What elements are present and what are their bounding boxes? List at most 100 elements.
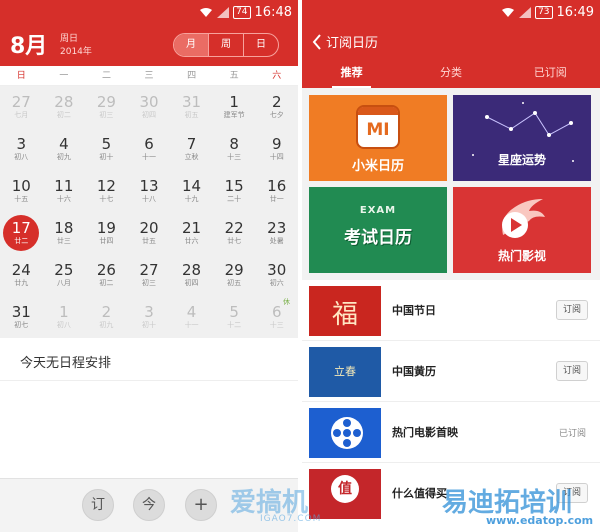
day-cell[interactable]: 25 八月 <box>43 254 86 296</box>
lunar-date: 十八 <box>141 195 156 203</box>
day-cell[interactable]: 14 十九 <box>170 170 213 212</box>
lunar-date: 廿二 <box>14 237 29 245</box>
banner-exam-calendar[interactable]: EXAM 考试日历 <box>309 187 447 273</box>
today-button[interactable]: 今 <box>133 489 165 521</box>
banner-hot-movies[interactable]: 热门影视 <box>453 187 591 273</box>
day-cell[interactable]: 4 初九 <box>43 128 86 170</box>
day-cell[interactable]: 3 初十 <box>128 296 171 338</box>
day-cell[interactable]: 19 廿四 <box>85 212 128 254</box>
lunar-date: 廿四 <box>99 237 114 245</box>
banner-label: 星座运势 <box>497 153 546 167</box>
day-number: 4 <box>59 135 69 153</box>
signal-icon <box>519 6 532 18</box>
list-item[interactable]: 热门电影首映 已订阅 <box>302 402 600 463</box>
day-cell[interactable]: 24 廿九 <box>0 254 43 296</box>
day-cell[interactable]: 28 初二 <box>43 86 86 128</box>
day-cell[interactable]: 12 十七 <box>85 170 128 212</box>
view-month-button[interactable]: 月 <box>174 34 208 56</box>
day-cell[interactable]: 15 二十 <box>213 170 256 212</box>
day-cell[interactable]: 6 十三 休 <box>255 296 298 338</box>
day-cell[interactable]: 31 初五 <box>170 86 213 128</box>
day-cell[interactable]: 2 初九 <box>85 296 128 338</box>
banner-horoscope[interactable]: 星座运势 <box>453 95 591 181</box>
day-cell[interactable]: 23 处暑 <box>255 212 298 254</box>
subscribe-header: 订阅日历 <box>302 24 600 60</box>
banner-xiaomi-calendar[interactable]: MI 小米日历 <box>309 95 447 181</box>
view-week-button[interactable]: 周 <box>208 34 243 56</box>
back-arrow-icon[interactable] <box>312 33 322 51</box>
lunar-date: 初七 <box>14 321 29 329</box>
list-item[interactable]: 立春 中国黄历 订阅 <box>302 341 600 402</box>
day-cell[interactable]: 4 十一 <box>170 296 213 338</box>
day-cell[interactable]: 18 廿三 <box>43 212 86 254</box>
day-cell[interactable]: 27 初三 <box>128 254 171 296</box>
day-number: 15 <box>224 177 244 195</box>
add-event-button[interactable]: + <box>185 489 217 521</box>
tab-categories[interactable]: 分类 <box>401 60 500 88</box>
day-number: 29 <box>96 93 116 111</box>
day-cell[interactable]: 22 廿七 <box>213 212 256 254</box>
month-title[interactable]: 8月 <box>10 28 47 60</box>
holiday-badge: 休 <box>283 298 290 306</box>
calendar-screen: 74 16:48 8月 周日 2014年 月 周 日 日 一 二 三 四 五 六… <box>0 0 298 532</box>
subscribe-button[interactable]: 订阅 <box>556 483 588 503</box>
status-icons: 74 16:48 <box>199 4 292 20</box>
lunar-date: 十九 <box>184 195 199 203</box>
day-number: 13 <box>139 177 159 195</box>
day-cell[interactable]: 3 初八 <box>0 128 43 170</box>
day-cell[interactable]: 29 初三 <box>85 86 128 128</box>
day-cell[interactable]: 2 七夕 <box>255 86 298 128</box>
day-cell[interactable]: 6 十一 <box>128 128 171 170</box>
day-cell[interactable]: 1 建军节 <box>213 86 256 128</box>
day-cell[interactable]: 5 初十 <box>85 128 128 170</box>
day-number: 5 <box>101 135 112 153</box>
lunar-date: 十五 <box>14 195 29 203</box>
day-cell[interactable]: 10 十五 <box>0 170 43 212</box>
day-cell[interactable]: 29 初五 <box>213 254 256 296</box>
day-cell[interactable]: 20 廿五 <box>128 212 171 254</box>
day-cell[interactable]: 27 七月 <box>0 86 43 128</box>
day-cell[interactable]: 5 十二 <box>213 296 256 338</box>
day-cell[interactable]: 11 十六 <box>43 170 86 212</box>
view-day-button[interactable]: 日 <box>243 34 278 56</box>
lunar-date: 廿一 <box>269 195 284 203</box>
lunar-date: 初四 <box>141 111 156 119</box>
day-cell[interactable]: 30 初六 <box>255 254 298 296</box>
day-cell[interactable]: 16 廿一 <box>255 170 298 212</box>
day-number: 24 <box>11 261 31 279</box>
list-item-title: 中国黄历 <box>392 365 436 378</box>
day-cell[interactable]: 13 十八 <box>128 170 171 212</box>
lunar-date: 初九 <box>99 321 114 329</box>
day-number: 1 <box>229 93 239 111</box>
lunar-date: 初五 <box>227 279 242 287</box>
day-cell[interactable]: 26 初二 <box>85 254 128 296</box>
tab-recommended[interactable]: 推荐 <box>302 60 401 88</box>
day-cell[interactable]: 8 十三 <box>213 128 256 170</box>
lunar-date: 十三 <box>227 153 242 161</box>
day-number: 27 <box>139 261 159 279</box>
status-bar: 73 16:49 <box>302 0 600 24</box>
weekday-header: 日 一 二 三 四 五 六 <box>0 66 298 86</box>
status-bar: 74 16:48 <box>0 0 298 24</box>
subscribe-button[interactable]: 订阅 <box>556 361 588 381</box>
day-cell[interactable]: 1 初八 <box>43 296 86 338</box>
day-cell[interactable]: 7 立秋 <box>170 128 213 170</box>
list-item[interactable]: 福 中国节日 订阅 <box>302 280 600 341</box>
day-cell[interactable]: 31 初七 <box>0 296 43 338</box>
day-number: 6 <box>144 135 154 153</box>
lunar-date: 八月 <box>56 279 71 287</box>
tab-subscribed[interactable]: 已订阅 <box>501 60 600 88</box>
day-cell[interactable]: 21 廿六 <box>170 212 213 254</box>
day-cell[interactable]: 28 初四 <box>170 254 213 296</box>
selected-day-cell[interactable]: 17 廿二 <box>0 212 43 254</box>
day-cell[interactable]: 9 十四 <box>255 128 298 170</box>
day-number: 28 <box>54 93 74 111</box>
day-cell[interactable]: 30 初四 <box>128 86 171 128</box>
subscribe-button[interactable]: 订 <box>82 489 114 521</box>
subscribed-status[interactable]: 已订阅 <box>559 426 586 439</box>
battery-icon: 73 <box>535 5 553 19</box>
day-number: 27 <box>11 93 31 111</box>
list-item[interactable]: 值 什么值得买 订阅 <box>302 463 600 524</box>
weekday-label: 一 <box>59 71 69 81</box>
subscribe-button[interactable]: 订阅 <box>556 300 588 320</box>
